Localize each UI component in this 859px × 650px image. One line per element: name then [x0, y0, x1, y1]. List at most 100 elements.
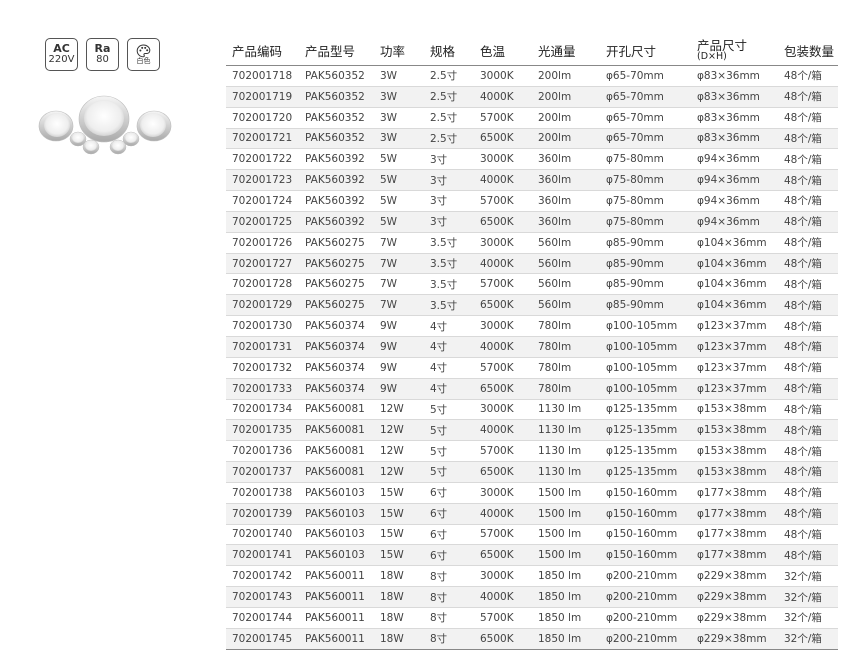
- cell-size-spec: 3寸: [424, 148, 474, 171]
- cell-lumens: 560lm: [532, 273, 600, 296]
- cell-packing: 48个/箱: [778, 273, 838, 296]
- cell-product-code: 702001736: [226, 440, 299, 463]
- product-spec-table: 产品编码 产品型号 功率 规格 色温 光通量 开孔尺寸 产品尺寸 (D×H) 包…: [226, 36, 838, 650]
- cell-power: 3W: [374, 128, 424, 150]
- cell-packing: 48个/箱: [778, 294, 838, 317]
- cell-power: 9W: [374, 357, 424, 379]
- cell-cutout: φ200-210mm: [600, 586, 691, 608]
- cell-cutout: φ150-160mm: [600, 524, 691, 546]
- cell-cutout: φ150-160mm: [600, 482, 691, 504]
- cell-power: 9W: [374, 315, 424, 337]
- table-row: 702001728 PAK560275 7W 3.5寸 5700K 560lm φ85-90…: [226, 273, 838, 296]
- cell-model: PAK560103: [299, 482, 374, 504]
- cell-lumens: 780lm: [532, 357, 600, 379]
- cell-dimensions: φ104×36mm: [691, 232, 778, 254]
- cell-product-code: 702001740: [226, 524, 299, 546]
- cell-dimensions: φ177×38mm: [691, 482, 778, 504]
- cell-cutout: φ75-80mm: [600, 169, 691, 192]
- cell-size-spec: 2.5寸: [424, 86, 474, 108]
- cell-packing: 48个/箱: [778, 128, 838, 150]
- cell-color-temp: 4000K: [474, 336, 532, 358]
- cell-dimensions: φ104×36mm: [691, 294, 778, 317]
- cell-cutout: φ65-70mm: [600, 128, 691, 150]
- cell-power: 7W: [374, 273, 424, 296]
- cell-power: 3W: [374, 65, 424, 87]
- cell-cutout: φ200-210mm: [600, 607, 691, 629]
- cell-lumens: 560lm: [532, 253, 600, 275]
- table-row: 702001733 PAK560374 9W 4寸 6500K 780lm φ100-105…: [226, 378, 838, 400]
- cell-product-code: 702001741: [226, 544, 299, 567]
- header-size-spec: 规格: [424, 36, 474, 66]
- cell-packing: 48个/箱: [778, 524, 838, 546]
- cell-cutout: φ150-160mm: [600, 503, 691, 525]
- cell-cutout: φ100-105mm: [600, 357, 691, 379]
- cell-packing: 48个/箱: [778, 357, 838, 379]
- cell-size-spec: 6寸: [424, 503, 474, 525]
- table-row: 702001734 PAK560081 12W 5寸 3000K 1130 lm φ125-…: [226, 399, 838, 421]
- cell-model: PAK560374: [299, 378, 374, 400]
- cell-packing: 32个/箱: [778, 586, 838, 608]
- cell-power: 5W: [374, 190, 424, 212]
- table-row: 702001721 PAK560352 3W 2.5寸 6500K 200lm φ65-70…: [226, 128, 838, 150]
- cell-cutout: φ125-135mm: [600, 399, 691, 421]
- header-product-code: 产品编码: [226, 36, 299, 66]
- cell-dimensions: φ83×36mm: [691, 65, 778, 87]
- cell-product-code: 702001718: [226, 65, 299, 87]
- cell-power: 15W: [374, 482, 424, 504]
- cell-model: PAK560081: [299, 440, 374, 463]
- cell-product-code: 702001719: [226, 86, 299, 108]
- cell-power: 3W: [374, 107, 424, 129]
- header-lumens: 光通量: [532, 36, 600, 66]
- cell-packing: 48个/箱: [778, 232, 838, 254]
- cell-lumens: 1500 lm: [532, 544, 600, 567]
- cell-cutout: φ85-90mm: [600, 232, 691, 254]
- cell-model: PAK560275: [299, 294, 374, 317]
- cell-dimensions: φ229×38mm: [691, 565, 778, 588]
- cell-power: 5W: [374, 211, 424, 233]
- ra-badge: Ra 80: [86, 38, 119, 71]
- cell-dimensions: φ94×36mm: [691, 148, 778, 171]
- cell-size-spec: 5寸: [424, 440, 474, 463]
- cell-color-temp: 4000K: [474, 419, 532, 442]
- cell-dimensions: φ83×36mm: [691, 107, 778, 129]
- cell-packing: 48个/箱: [778, 461, 838, 483]
- cell-cutout: φ65-70mm: [600, 107, 691, 129]
- cell-size-spec: 3.5寸: [424, 294, 474, 317]
- cell-dimensions: φ123×37mm: [691, 357, 778, 379]
- cell-color-temp: 6500K: [474, 461, 532, 483]
- table-row: 702001729 PAK560275 7W 3.5寸 6500K 560lm φ85-90…: [226, 294, 838, 317]
- cell-packing: 32个/箱: [778, 607, 838, 629]
- table-row: 702001722 PAK560392 5W 3寸 3000K 360lm φ75-80mm…: [226, 148, 838, 171]
- cell-lumens: 1500 lm: [532, 503, 600, 525]
- cell-color-temp: 3000K: [474, 148, 532, 171]
- cell-dimensions: φ229×38mm: [691, 586, 778, 608]
- cell-dimensions: φ177×38mm: [691, 503, 778, 525]
- cell-dimensions: φ153×38mm: [691, 419, 778, 442]
- cell-power: 12W: [374, 399, 424, 421]
- cell-power: 12W: [374, 461, 424, 483]
- cell-lumens: 1130 lm: [532, 440, 600, 463]
- cell-lumens: 780lm: [532, 315, 600, 337]
- cell-cutout: φ75-80mm: [600, 211, 691, 233]
- cell-power: 15W: [374, 524, 424, 546]
- cell-size-spec: 3寸: [424, 211, 474, 233]
- cell-dimensions: φ94×36mm: [691, 211, 778, 233]
- cell-cutout: φ65-70mm: [600, 65, 691, 87]
- cell-color-temp: 3000K: [474, 232, 532, 254]
- cell-lumens: 200lm: [532, 128, 600, 150]
- cell-color-temp: 3000K: [474, 565, 532, 588]
- cell-model: PAK560374: [299, 315, 374, 337]
- table-row: 702001730 PAK560374 9W 4寸 3000K 780lm φ100-105…: [226, 315, 838, 337]
- cell-cutout: φ100-105mm: [600, 378, 691, 400]
- table-row: 702001732 PAK560374 9W 4寸 5700K 780lm φ100-105…: [226, 357, 838, 379]
- cell-color-temp: 6500K: [474, 544, 532, 567]
- cell-power: 12W: [374, 419, 424, 442]
- cell-model: PAK560392: [299, 211, 374, 233]
- cell-color-temp: 5700K: [474, 190, 532, 212]
- cell-packing: 48个/箱: [778, 544, 838, 567]
- cell-size-spec: 8寸: [424, 607, 474, 629]
- cell-model: PAK560011: [299, 565, 374, 588]
- cell-dimensions: φ83×36mm: [691, 86, 778, 108]
- cell-packing: 48个/箱: [778, 315, 838, 337]
- cell-lumens: 200lm: [532, 86, 600, 108]
